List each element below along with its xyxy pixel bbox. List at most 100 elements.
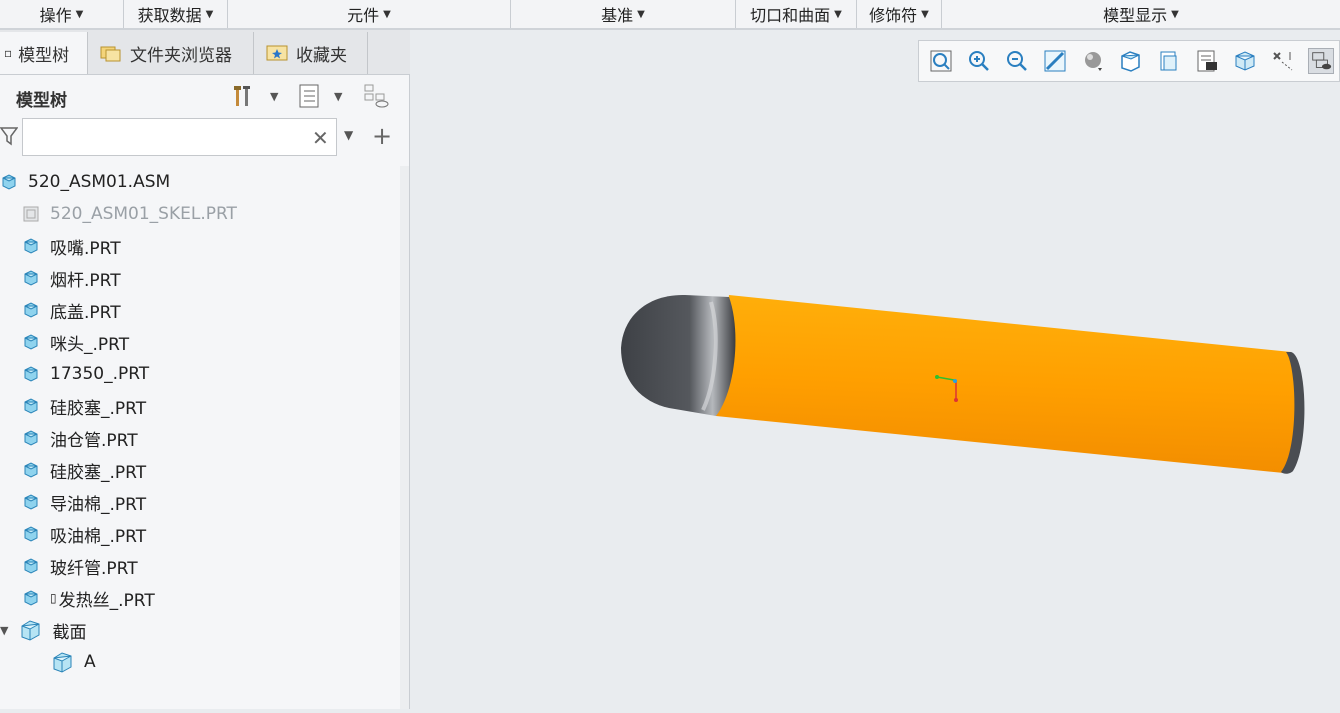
tab-folder-browser[interactable]: 文件夹浏览器	[88, 32, 254, 74]
group-component-label: 元件	[347, 6, 380, 25]
tab-model-tree[interactable]: ▫ 模型树	[0, 32, 88, 74]
tree-item-label: 17350_.PRT	[50, 364, 150, 384]
navigator-panel: ▫ 模型树 文件夹浏览器 收藏夹 模型树 ▼ ▼ ✕ ▼ + 520_ASM01…	[0, 30, 410, 709]
tree-item-label: 硅胶塞_.PRT	[50, 462, 147, 483]
ribbon-group-bar: 操作 ▼ 获取数据 ▼ 元件 ▼ 基准 ▼ 切口和曲面 ▼ 修饰符 ▼ 模型显示 ▼	[0, 0, 1340, 30]
graphics-viewport[interactable]	[411, 30, 1340, 709]
view-manager-icon[interactable]	[1194, 48, 1220, 74]
tab-favorites[interactable]: 收藏夹	[254, 32, 368, 74]
hide-items-icon[interactable]	[362, 82, 390, 110]
navigator-tabs: ▫ 模型树 文件夹浏览器 收藏夹	[0, 30, 410, 75]
spin-center-icon[interactable]	[1232, 48, 1258, 74]
tree-item[interactable]: 硅胶塞_.PRT	[22, 390, 146, 422]
part-icon	[24, 398, 38, 414]
tree-section-item-label: A	[84, 652, 96, 672]
tab-folder-browser-label: 文件夹浏览器	[130, 45, 232, 66]
group-model-display[interactable]: 模型显示 ▼	[942, 0, 1340, 28]
part-icon	[24, 462, 38, 478]
tree-item[interactable]: ▯ 发热丝_.PRT	[22, 582, 155, 614]
group-get-data[interactable]: 获取数据 ▼	[124, 0, 228, 28]
group-component[interactable]: 元件 ▼	[228, 0, 511, 28]
group-operations[interactable]: 操作 ▼	[0, 0, 124, 28]
refit-icon[interactable]	[928, 48, 954, 74]
favorites-icon	[266, 45, 288, 61]
tree-item[interactable]: 17350_.PRT	[22, 358, 149, 390]
tree-scrollbar[interactable]	[400, 166, 409, 709]
part-icon	[24, 558, 38, 574]
zoom-out-icon[interactable]	[1004, 48, 1030, 74]
zoom-in-icon[interactable]	[966, 48, 992, 74]
tree-item-label: 硅胶塞_.PRT	[50, 398, 147, 419]
part-icon	[24, 366, 38, 382]
tree-item[interactable]: 咪头_.PRT	[22, 326, 129, 358]
tree-item[interactable]: 吸嘴.PRT	[22, 230, 121, 262]
chevron-down-icon: ▼	[383, 8, 391, 20]
tree-item[interactable]: 吸油棉_.PRT	[22, 518, 146, 550]
perspective-icon[interactable]	[1080, 48, 1106, 74]
tree-item[interactable]: 烟杆.PRT	[22, 262, 121, 294]
model-tree-icon: ▫	[4, 46, 13, 60]
saved-orientations-icon[interactable]	[1156, 48, 1182, 74]
repaint-icon[interactable]	[1042, 48, 1068, 74]
chevron-down-icon[interactable]: ▼	[344, 128, 353, 142]
tree-item-label: 油仓管.PRT	[50, 430, 138, 451]
group-cut-surface[interactable]: 切口和曲面 ▼	[736, 0, 857, 28]
tree-title: 模型树	[16, 91, 67, 111]
part-icon	[24, 270, 38, 286]
plus-icon[interactable]: +	[372, 122, 392, 150]
tree-item[interactable]: 520_ASM01_SKEL.PRT	[22, 198, 237, 230]
close-icon[interactable]: ✕	[312, 126, 329, 150]
chevron-down-icon[interactable]: ▼	[334, 90, 342, 103]
part-icon	[24, 302, 38, 318]
tree-item-label: 发热丝_.PRT	[58, 590, 155, 611]
filter-row: ✕ ▼ +	[0, 116, 410, 160]
group-datum[interactable]: 基准 ▼	[511, 0, 736, 28]
tree-filter-input[interactable]	[22, 118, 337, 156]
group-model-display-label: 模型显示	[1103, 6, 1168, 25]
group-modifiers[interactable]: 修饰符 ▼	[857, 0, 942, 28]
group-modifiers-label: 修饰符	[869, 6, 918, 25]
tree-section-item[interactable]: A	[50, 646, 96, 678]
chevron-down-icon: ▼	[921, 8, 929, 20]
model-3d-view[interactable]	[411, 30, 1340, 709]
chevron-down-icon: ▼	[205, 8, 214, 20]
origin-point	[935, 375, 939, 379]
part-icon	[24, 494, 38, 510]
group-get-data-label: 获取数据	[137, 6, 202, 25]
part-icon	[24, 590, 38, 606]
assembly-icon	[2, 174, 16, 190]
filter-icon[interactable]	[0, 126, 18, 146]
show-columns-icon[interactable]	[296, 82, 324, 110]
placeholder-glyph-icon: ▯	[50, 591, 57, 605]
expand-caret-icon[interactable]: ▼	[0, 624, 8, 637]
tree-item[interactable]: 硅胶塞_.PRT	[22, 454, 146, 486]
tree-item-label: 导油棉_.PRT	[50, 494, 147, 515]
tree-root[interactable]: 520_ASM01.ASM	[0, 166, 170, 198]
tree-item[interactable]: 油仓管.PRT	[22, 422, 138, 454]
chevron-down-icon: ▼	[75, 8, 84, 20]
group-datum-label: 基准	[601, 6, 634, 25]
chevron-down-icon[interactable]: ▼	[270, 90, 278, 103]
view-toolbar	[918, 40, 1340, 82]
model-tree: 520_ASM01.ASM 520_ASM01_SKEL.PRT 吸嘴.PRT …	[0, 166, 400, 709]
mouthpiece	[621, 294, 736, 416]
tree-item[interactable]: 底盖.PRT	[22, 294, 121, 326]
origin-point	[954, 398, 958, 402]
tree-sections-folder[interactable]: ▼ 截面	[0, 614, 86, 646]
tab-model-tree-label: 模型树	[18, 45, 70, 66]
tree-item-label: 烟杆.PRT	[50, 270, 121, 291]
origin-marker	[953, 379, 957, 383]
chevron-down-icon: ▼	[834, 8, 842, 20]
skeleton-part-icon	[23, 206, 39, 222]
tree-sections-label: 截面	[52, 622, 87, 643]
settings-tools-icon[interactable]	[230, 82, 258, 110]
display-style-icon[interactable]	[1118, 48, 1144, 74]
tree-item[interactable]: 导油棉_.PRT	[22, 486, 146, 518]
section-display-icon[interactable]	[1308, 48, 1334, 74]
annotation-display-icon[interactable]	[1270, 48, 1296, 74]
tree-item-label: 底盖.PRT	[50, 302, 121, 323]
part-icon	[24, 238, 38, 254]
section-icon	[21, 620, 40, 641]
tree-item[interactable]: 玻纤管.PRT	[22, 550, 138, 582]
part-icon	[24, 430, 38, 446]
